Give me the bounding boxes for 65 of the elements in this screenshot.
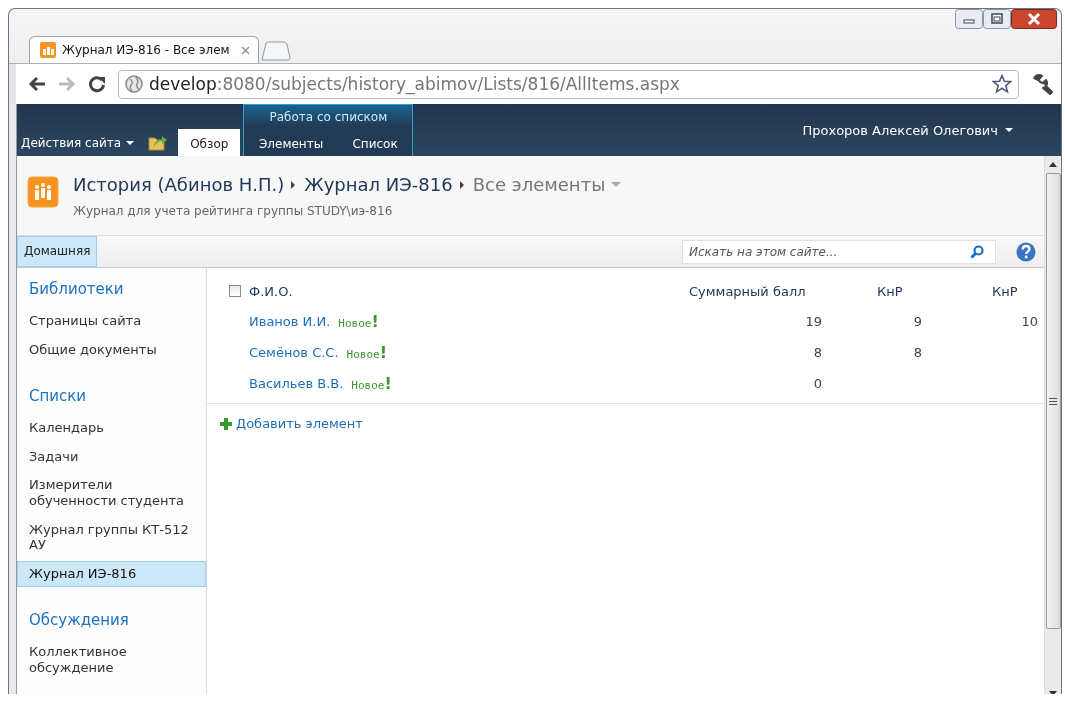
plus-icon bbox=[220, 417, 232, 430]
back-icon[interactable] bbox=[28, 76, 46, 92]
reload-icon[interactable] bbox=[88, 75, 106, 93]
sidebar-heading[interactable]: Библиотеки bbox=[17, 280, 206, 298]
caret-icon bbox=[126, 141, 135, 145]
sidebar-heading[interactable]: Обсуждения bbox=[17, 611, 206, 630]
breadcrumb-link[interactable]: Журнал ИЭ-816 bbox=[304, 174, 453, 195]
help-icon[interactable] bbox=[1016, 241, 1036, 262]
tab-title: Журнал ИЭ-816 - Все элем bbox=[62, 43, 231, 57]
table-cell: 19 bbox=[805, 314, 822, 329]
table-cell: 8 bbox=[913, 345, 922, 360]
new-label: Новое! bbox=[338, 312, 379, 331]
sidebar-item[interactable]: Задачи bbox=[17, 443, 206, 471]
add-item-link[interactable]: Добавить элемент bbox=[207, 404, 363, 431]
sidebar-item[interactable]: Журнал ИЭ-816 bbox=[17, 560, 206, 588]
url-text: develop:8080/subjects/history_abimov/Lists/816/AllItems.aspx bbox=[149, 74, 681, 94]
table-cell: 9 bbox=[913, 314, 922, 329]
ribbon-tab[interactable]: Элементы bbox=[247, 129, 336, 156]
new-label: Новое! bbox=[346, 343, 387, 362]
scroll-thumb[interactable] bbox=[1045, 173, 1061, 629]
item-link[interactable]: Семёнов С.С. bbox=[249, 345, 339, 360]
group-title: Работа со списком bbox=[268, 109, 389, 126]
address-bar[interactable]: develop:8080/subjects/history_abimov/Lists/816/AllItems.aspx bbox=[118, 69, 1019, 99]
item-link[interactable]: Васильев В.В. bbox=[249, 376, 344, 391]
nav-tab[interactable]: Домашняя bbox=[17, 236, 98, 267]
breadcrumb-link[interactable]: История (Абинов Н.П.) bbox=[73, 174, 285, 195]
star-icon[interactable] bbox=[992, 74, 1012, 94]
column-header[interactable]: КнР bbox=[877, 283, 903, 299]
user-menu[interactable]: Прохоров Алексей Олегович bbox=[802, 122, 1013, 138]
minimize-icon[interactable] bbox=[955, 9, 983, 29]
item-link[interactable]: Иванов И.И. bbox=[249, 314, 331, 329]
sidebar-item[interactable]: Календарь bbox=[17, 415, 206, 442]
new-label: Новое! bbox=[351, 374, 392, 393]
scrollbar[interactable] bbox=[1044, 156, 1061, 694]
checkbox[interactable] bbox=[229, 285, 241, 297]
up-arrow-icon bbox=[1049, 162, 1057, 167]
column-header[interactable]: Ф.И.О. bbox=[249, 283, 293, 299]
sidebar-item[interactable]: Измерители обученности студента bbox=[17, 472, 206, 515]
column-header[interactable]: Суммарный балл bbox=[689, 283, 806, 299]
sidebar-item[interactable]: Страницы сайта bbox=[17, 308, 206, 335]
folder-arrow-icon[interactable] bbox=[148, 133, 169, 151]
site-icon bbox=[40, 42, 56, 58]
table-cell: 0 bbox=[813, 376, 822, 391]
table-cell: 10 bbox=[1021, 314, 1038, 329]
separator-icon bbox=[291, 180, 296, 189]
table-cell: 8 bbox=[813, 345, 822, 360]
column-header[interactable]: КнР bbox=[992, 283, 1018, 299]
maximize-icon[interactable] bbox=[983, 9, 1011, 29]
site-actions-menu[interactable]: Действия сайта bbox=[21, 130, 135, 156]
sidebar-item[interactable]: Общие документы bbox=[17, 336, 206, 364]
caret-icon bbox=[1005, 128, 1013, 132]
globe-icon bbox=[125, 75, 143, 93]
grip-icon bbox=[1049, 397, 1057, 405]
search-field[interactable]: Искать на этом сайте... bbox=[682, 239, 996, 264]
sidebar-heading[interactable]: Списки bbox=[17, 387, 206, 406]
separator-icon bbox=[459, 180, 464, 189]
browser-tab[interactable]: Журнал ИЭ-816 - Все элем bbox=[29, 36, 259, 63]
close-icon[interactable] bbox=[1011, 9, 1057, 29]
ribbon-tab[interactable]: Обзор bbox=[178, 129, 241, 156]
ribbon-tab[interactable]: Список bbox=[340, 129, 410, 156]
breadcrumb-link[interactable]: Все элементы bbox=[472, 174, 606, 195]
sidebar-item[interactable]: Коллективное обсуждение bbox=[17, 639, 206, 682]
site-description: Журнал для учета рейтинга группы STUDY\иэ-816 bbox=[73, 204, 394, 218]
sidebar-item[interactable]: Журнал группы КТ-512 АУ bbox=[17, 516, 206, 559]
site-logo-icon bbox=[27, 176, 59, 208]
